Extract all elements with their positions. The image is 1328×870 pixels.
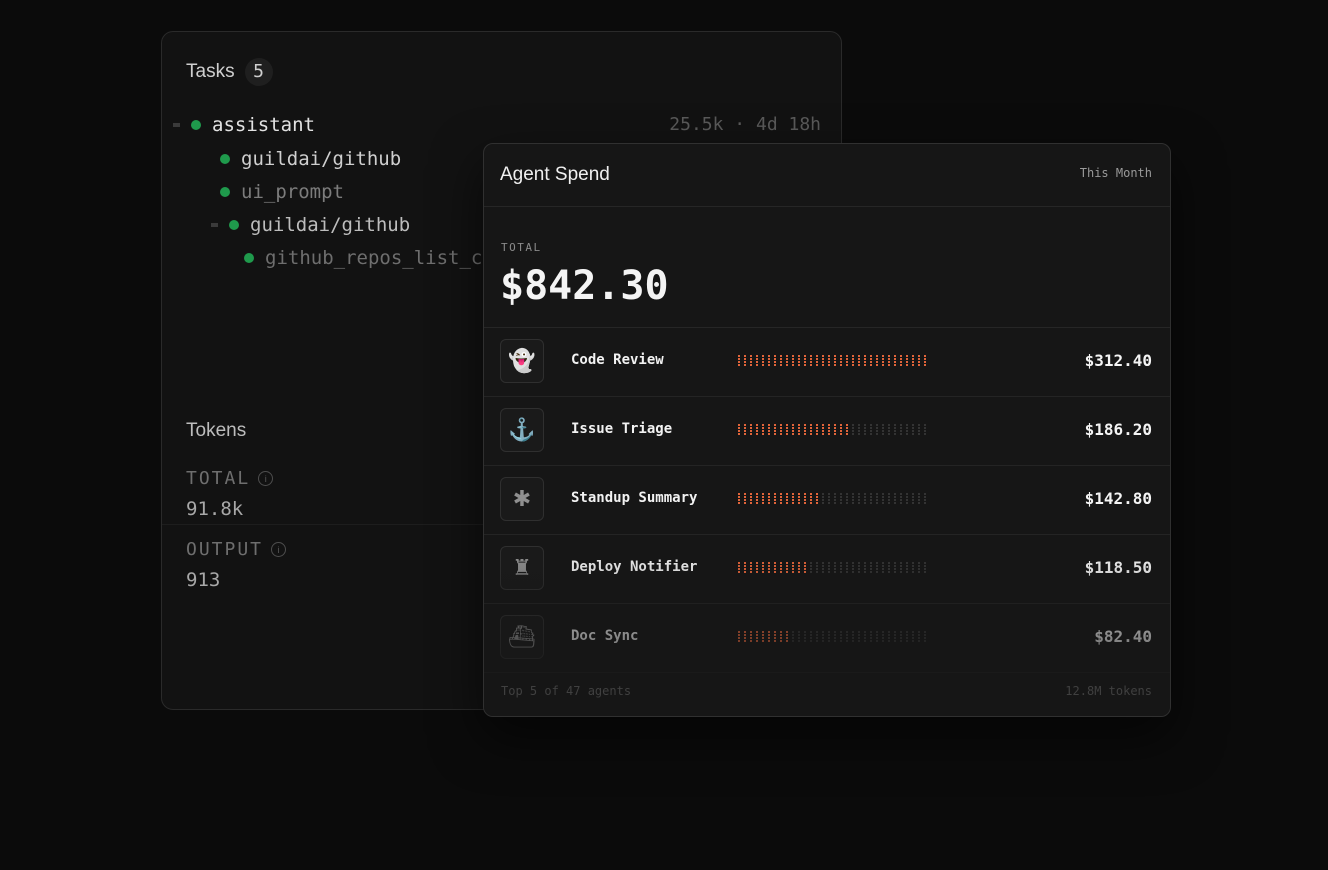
footer-agent-count: Top 5 of 47 agents [501, 684, 632, 698]
agent-row[interactable]: ⚓ Issue Triage $186.20 [484, 397, 1170, 466]
agent-row[interactable]: ⛴ Doc Sync $82.40 [484, 604, 1170, 673]
agent-name: Issue Triage [571, 421, 673, 437]
agent-amount: $118.50 [1084, 558, 1152, 577]
spend-bar [738, 562, 926, 573]
info-icon[interactable]: i [271, 542, 287, 557]
footer-token-count: 12.8M tokens [1065, 684, 1152, 698]
status-dot [220, 154, 230, 164]
status-dot [244, 253, 254, 263]
tree-item-label: guildai/github [241, 148, 402, 170]
agent-row[interactable]: 👻 Code Review $312.40 [484, 328, 1170, 397]
collapse-icon[interactable] [211, 223, 218, 227]
robot-icon: ♜ [500, 546, 544, 590]
total-label: TOTAL [501, 241, 542, 254]
tasks-title: Tasks [186, 61, 235, 82]
tree-item-label: github_repos_list_c [265, 247, 483, 269]
agent-row[interactable]: ✱ Standup Summary $142.80 [484, 466, 1170, 535]
collapse-icon[interactable] [173, 123, 180, 127]
agent-name: Doc Sync [571, 628, 639, 644]
agent-name: Code Review [571, 352, 664, 368]
info-icon[interactable]: i [258, 471, 274, 486]
tokens-title: Tokens [186, 420, 247, 441]
status-dot [229, 220, 239, 230]
agent-amount: $186.20 [1084, 420, 1152, 439]
tree-item-guildai-github[interactable]: guildai/github [220, 148, 401, 170]
ship-icon: ⛴ [500, 615, 544, 659]
tree-item-ui-prompt[interactable]: ui_prompt [220, 181, 344, 203]
bug-icon: ✱ [500, 477, 544, 521]
agent-amount: $142.80 [1084, 489, 1152, 508]
tree-item-assistant[interactable]: assistant [173, 114, 315, 136]
agent-name: Deploy Notifier [571, 559, 698, 575]
total-amount: $842.30 [500, 263, 669, 309]
agent-name: Standup Summary [571, 490, 698, 506]
agent-row[interactable]: ♜ Deploy Notifier $118.50 [484, 535, 1170, 604]
total-block: TOTAL $842.30 [484, 207, 1170, 328]
tasks-count-badge: 5 [244, 58, 273, 86]
tree-item-label: ui_prompt [241, 181, 344, 203]
spend-bar [738, 631, 926, 642]
tasks-header: Tasks 5 [186, 58, 273, 86]
agent-amount: $312.40 [1084, 351, 1152, 370]
agent-spend-card: Agent Spend This Month TOTAL $842.30 👻 Co… [483, 143, 1171, 717]
spend-bar [738, 424, 926, 435]
status-dot [220, 187, 230, 197]
task-meta: 25.5k · 4d 18h [669, 114, 821, 135]
ghost-icon: 👻 [500, 339, 544, 383]
output-tokens-value: 913 [186, 569, 221, 591]
total-tokens-value: 91.8k [186, 498, 244, 520]
output-label-text: OUTPUT [186, 539, 264, 560]
total-tokens-label: TOTAL i [186, 468, 274, 489]
spend-bar [738, 493, 926, 504]
spend-bar [738, 355, 926, 366]
total-label-text: TOTAL [186, 468, 251, 489]
agent-list: 👻 Code Review $312.40 ⚓ Issue Triage $186.20 ✱… [484, 328, 1170, 673]
output-tokens-label: OUTPUT i [186, 539, 287, 560]
period-selector[interactable]: This Month [1080, 166, 1152, 180]
spend-header: Agent Spend This Month [484, 144, 1170, 207]
status-dot [191, 120, 201, 130]
anchor-icon: ⚓ [500, 408, 544, 452]
tree-item-label: guildai/github [250, 214, 411, 236]
agent-amount: $82.40 [1094, 627, 1152, 646]
tree-item-guildai-github-nested[interactable]: guildai/github [211, 214, 410, 236]
spend-title: Agent Spend [500, 164, 610, 185]
tree-item-github-repos[interactable]: github_repos_list_c [244, 247, 482, 269]
tree-item-label: assistant [212, 114, 315, 136]
